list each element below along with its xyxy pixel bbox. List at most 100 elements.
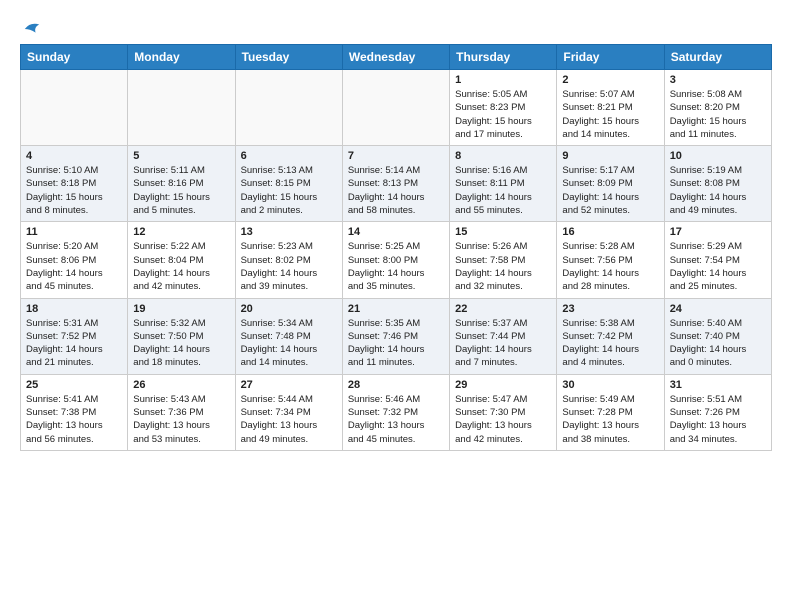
day-cell: 1 Sunrise: 5:05 AM Sunset: 8:23 PM Daylig… — [450, 70, 557, 146]
day-number: 27 — [241, 379, 337, 391]
col-header-friday: Friday — [557, 45, 664, 70]
day-number: 15 — [455, 226, 551, 238]
day-number: 10 — [670, 150, 766, 162]
day-info: Sunrise: 5:32 AM Sunset: 7:50 PM Dayligh… — [133, 317, 229, 370]
logo-text — [20, 20, 41, 38]
day-cell: 3 Sunrise: 5:08 AM Sunset: 8:20 PM Daylig… — [664, 70, 771, 146]
col-header-monday: Monday — [128, 45, 235, 70]
day-cell: 4 Sunrise: 5:10 AM Sunset: 8:18 PM Daylig… — [21, 146, 128, 222]
day-cell: 21Sunrise: 5:35 AM Sunset: 7:46 PM Dayli… — [342, 298, 449, 374]
day-info: Sunrise: 5:13 AM Sunset: 8:15 PM Dayligh… — [241, 164, 337, 217]
day-cell: 13 Sunrise: 5:23 AM Sunset: 8:02 PM Dayli… — [235, 222, 342, 298]
header — [20, 16, 772, 34]
day-cell: 10Sunrise: 5:19 AM Sunset: 8:08 PM Dayli… — [664, 146, 771, 222]
day-cell: 9Sunrise: 5:17 AM Sunset: 8:09 PM Daylig… — [557, 146, 664, 222]
day-cell: 8 Sunrise: 5:16 AM Sunset: 8:11 PM Daylig… — [450, 146, 557, 222]
day-cell: 12 Sunrise: 5:22 AM Sunset: 8:04 PM Dayli… — [128, 222, 235, 298]
day-info: Sunrise: 5:46 AM Sunset: 7:32 PM Dayligh… — [348, 393, 444, 446]
day-number: 25 — [26, 379, 122, 391]
week-row-4: 18Sunrise: 5:31 AM Sunset: 7:52 PM Dayli… — [21, 298, 772, 374]
col-header-sunday: Sunday — [21, 45, 128, 70]
day-number: 14 — [348, 226, 444, 238]
day-cell: 29Sunrise: 5:47 AM Sunset: 7:30 PM Dayli… — [450, 374, 557, 450]
day-number: 26 — [133, 379, 229, 391]
col-header-saturday: Saturday — [664, 45, 771, 70]
day-cell: 20Sunrise: 5:34 AM Sunset: 7:48 PM Dayli… — [235, 298, 342, 374]
day-info: Sunrise: 5:28 AM Sunset: 7:56 PM Dayligh… — [562, 240, 658, 293]
day-cell: 14 Sunrise: 5:25 AM Sunset: 8:00 PM Dayli… — [342, 222, 449, 298]
day-number: 2 — [562, 74, 658, 86]
day-number: 16 — [562, 226, 658, 238]
day-info: Sunrise: 5:22 AM Sunset: 8:04 PM Dayligh… — [133, 240, 229, 293]
day-cell: 18Sunrise: 5:31 AM Sunset: 7:52 PM Dayli… — [21, 298, 128, 374]
day-number: 13 — [241, 226, 337, 238]
day-cell: 30 Sunrise: 5:49 AM Sunset: 7:28 PM Dayli… — [557, 374, 664, 450]
day-number: 30 — [562, 379, 658, 391]
day-number: 9 — [562, 150, 658, 162]
day-number: 11 — [26, 226, 122, 238]
col-header-thursday: Thursday — [450, 45, 557, 70]
day-cell: 26 Sunrise: 5:43 AM Sunset: 7:36 PM Dayli… — [128, 374, 235, 450]
day-cell — [342, 70, 449, 146]
day-info: Sunrise: 5:31 AM Sunset: 7:52 PM Dayligh… — [26, 317, 122, 370]
col-header-wednesday: Wednesday — [342, 45, 449, 70]
day-cell: 31Sunrise: 5:51 AM Sunset: 7:26 PM Dayli… — [664, 374, 771, 450]
day-info: Sunrise: 5:16 AM Sunset: 8:11 PM Dayligh… — [455, 164, 551, 217]
day-info: Sunrise: 5:47 AM Sunset: 7:30 PM Dayligh… — [455, 393, 551, 446]
day-number: 23 — [562, 303, 658, 315]
calendar: SundayMondayTuesdayWednesdayThursdayFrid… — [20, 44, 772, 451]
day-cell — [235, 70, 342, 146]
day-info: Sunrise: 5:29 AM Sunset: 7:54 PM Dayligh… — [670, 240, 766, 293]
day-cell: 19 Sunrise: 5:32 AM Sunset: 7:50 PM Dayli… — [128, 298, 235, 374]
day-cell: 11 Sunrise: 5:20 AM Sunset: 8:06 PM Dayli… — [21, 222, 128, 298]
day-info: Sunrise: 5:51 AM Sunset: 7:26 PM Dayligh… — [670, 393, 766, 446]
calendar-header-row: SundayMondayTuesdayWednesdayThursdayFrid… — [21, 45, 772, 70]
day-info: Sunrise: 5:38 AM Sunset: 7:42 PM Dayligh… — [562, 317, 658, 370]
day-cell: 5 Sunrise: 5:11 AM Sunset: 8:16 PM Daylig… — [128, 146, 235, 222]
day-number: 4 — [26, 150, 122, 162]
day-number: 20 — [241, 303, 337, 315]
day-info: Sunrise: 5:26 AM Sunset: 7:58 PM Dayligh… — [455, 240, 551, 293]
day-info: Sunrise: 5:20 AM Sunset: 8:06 PM Dayligh… — [26, 240, 122, 293]
day-info: Sunrise: 5:11 AM Sunset: 8:16 PM Dayligh… — [133, 164, 229, 217]
day-cell: 16 Sunrise: 5:28 AM Sunset: 7:56 PM Dayli… — [557, 222, 664, 298]
day-cell: 23 Sunrise: 5:38 AM Sunset: 7:42 PM Dayli… — [557, 298, 664, 374]
day-number: 7 — [348, 150, 444, 162]
day-info: Sunrise: 5:07 AM Sunset: 8:21 PM Dayligh… — [562, 88, 658, 141]
page: SundayMondayTuesdayWednesdayThursdayFrid… — [0, 0, 792, 471]
day-number: 5 — [133, 150, 229, 162]
day-number: 19 — [133, 303, 229, 315]
day-info: Sunrise: 5:14 AM Sunset: 8:13 PM Dayligh… — [348, 164, 444, 217]
day-number: 24 — [670, 303, 766, 315]
day-cell: 7 Sunrise: 5:14 AM Sunset: 8:13 PM Daylig… — [342, 146, 449, 222]
day-cell: 2 Sunrise: 5:07 AM Sunset: 8:21 PM Daylig… — [557, 70, 664, 146]
day-info: Sunrise: 5:41 AM Sunset: 7:38 PM Dayligh… — [26, 393, 122, 446]
day-info: Sunrise: 5:05 AM Sunset: 8:23 PM Dayligh… — [455, 88, 551, 141]
day-cell: 27 Sunrise: 5:44 AM Sunset: 7:34 PM Dayli… — [235, 374, 342, 450]
day-info: Sunrise: 5:08 AM Sunset: 8:20 PM Dayligh… — [670, 88, 766, 141]
logo-bird-icon — [23, 20, 41, 38]
day-cell: 28 Sunrise: 5:46 AM Sunset: 7:32 PM Dayli… — [342, 374, 449, 450]
day-info: Sunrise: 5:40 AM Sunset: 7:40 PM Dayligh… — [670, 317, 766, 370]
day-info: Sunrise: 5:44 AM Sunset: 7:34 PM Dayligh… — [241, 393, 337, 446]
day-info: Sunrise: 5:25 AM Sunset: 8:00 PM Dayligh… — [348, 240, 444, 293]
week-row-1: 1 Sunrise: 5:05 AM Sunset: 8:23 PM Daylig… — [21, 70, 772, 146]
day-cell — [128, 70, 235, 146]
week-row-5: 25 Sunrise: 5:41 AM Sunset: 7:38 PM Dayli… — [21, 374, 772, 450]
day-info: Sunrise: 5:49 AM Sunset: 7:28 PM Dayligh… — [562, 393, 658, 446]
day-number: 17 — [670, 226, 766, 238]
day-cell — [21, 70, 128, 146]
day-number: 28 — [348, 379, 444, 391]
day-cell: 17 Sunrise: 5:29 AM Sunset: 7:54 PM Dayli… — [664, 222, 771, 298]
day-cell: 24 Sunrise: 5:40 AM Sunset: 7:40 PM Dayli… — [664, 298, 771, 374]
day-info: Sunrise: 5:10 AM Sunset: 8:18 PM Dayligh… — [26, 164, 122, 217]
day-number: 8 — [455, 150, 551, 162]
day-number: 3 — [670, 74, 766, 86]
day-info: Sunrise: 5:23 AM Sunset: 8:02 PM Dayligh… — [241, 240, 337, 293]
day-number: 12 — [133, 226, 229, 238]
week-row-3: 11 Sunrise: 5:20 AM Sunset: 8:06 PM Dayli… — [21, 222, 772, 298]
day-info: Sunrise: 5:43 AM Sunset: 7:36 PM Dayligh… — [133, 393, 229, 446]
day-number: 1 — [455, 74, 551, 86]
day-number: 22 — [455, 303, 551, 315]
logo — [20, 20, 41, 34]
